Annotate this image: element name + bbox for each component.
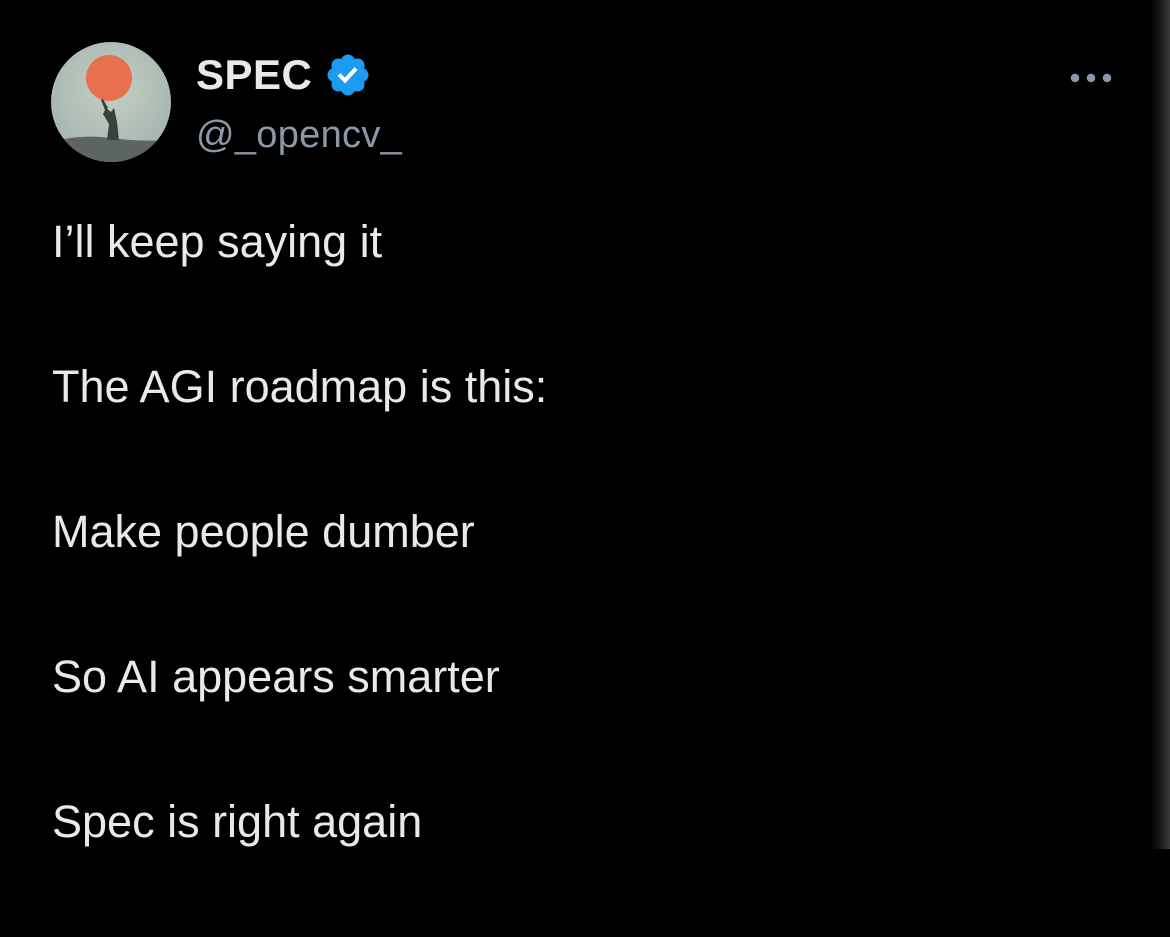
user-info: SPEC @_opencv_ [196,50,402,157]
more-options-button[interactable] [1061,58,1121,98]
tweet-line: Make people dumber [52,506,475,557]
tweet-line: So AI appears smarter [52,651,500,702]
tweet-card: SPEC @_opencv_ I’ll keep saying it The A… [0,0,1170,849]
tweet-text: I’ll keep saying it The AGI roadmap is t… [52,212,1112,937]
scrollbar-edge[interactable] [1150,0,1170,849]
avatar-image [51,42,171,162]
verified-badge-icon [324,51,372,99]
name-row: SPEC [196,50,402,100]
tweet-header: SPEC @_opencv_ [51,42,1131,167]
avatar[interactable] [51,42,171,162]
display-name[interactable]: SPEC [196,51,312,99]
tweet-line: I’ll keep saying it [52,216,383,267]
user-handle[interactable]: @_opencv_ [196,114,402,157]
tweet-line: The AGI roadmap is this: [52,361,548,412]
more-horizontal-icon [1070,73,1112,83]
tweet-line: Spec is right again [52,796,423,847]
